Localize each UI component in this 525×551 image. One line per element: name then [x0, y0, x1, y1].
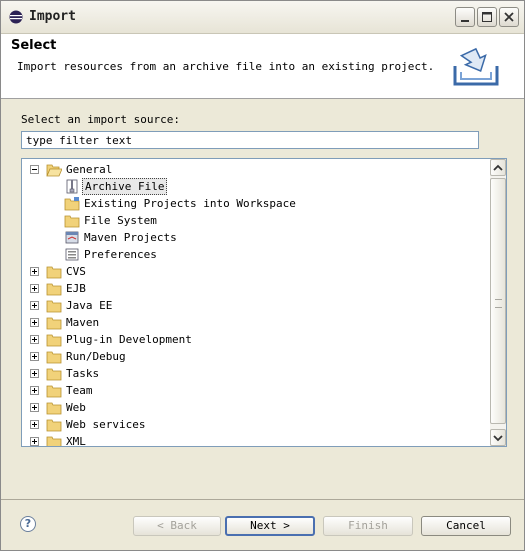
cancel-button[interactable]: Cancel: [421, 516, 511, 536]
close-button[interactable]: [499, 7, 519, 27]
maven-projects-icon: [65, 231, 79, 244]
chevron-down-icon: [493, 435, 503, 442]
vertical-scrollbar[interactable]: [490, 159, 506, 446]
tree-category-row[interactable]: Web: [22, 399, 490, 416]
expand-toggle[interactable]: [30, 301, 39, 310]
filter-input[interactable]: [21, 131, 479, 149]
tree-item-label[interactable]: Maven Projects: [82, 230, 179, 245]
tree-item-label[interactable]: Tasks: [64, 366, 101, 381]
tree-item-label[interactable]: Java EE: [64, 298, 114, 313]
wizard-header: Select Import resources from an archive …: [1, 34, 524, 99]
preferences-icon: [65, 248, 79, 261]
import-source-tree[interactable]: General Archive File Existing Projects int…: [21, 158, 507, 447]
footer-separator: [1, 499, 524, 500]
expand-toggle[interactable]: [30, 352, 39, 361]
tree-item-label[interactable]: Web services: [64, 417, 147, 432]
tree-wizard-row[interactable]: File System: [22, 212, 490, 229]
next-button-label: Next >: [250, 519, 290, 532]
page-description: Import resources from an archive file in…: [17, 60, 435, 73]
tree-category-row[interactable]: Java EE: [22, 297, 490, 314]
archive-file-icon: [66, 179, 78, 194]
tree-wizard-row[interactable]: Existing Projects into Workspace: [22, 195, 490, 212]
expand-toggle[interactable]: [30, 318, 39, 327]
tree-category-row[interactable]: Team: [22, 382, 490, 399]
tree-wizard-row[interactable]: Archive File: [22, 178, 490, 195]
expand-toggle[interactable]: [30, 369, 39, 378]
tree-category-row[interactable]: Run/Debug: [22, 348, 490, 365]
expand-toggle[interactable]: [30, 267, 39, 276]
folder-icon: [46, 436, 62, 446]
tree-item-label[interactable]: Preferences: [82, 247, 159, 262]
minimize-icon: [461, 20, 469, 22]
collapse-toggle[interactable]: [30, 165, 39, 174]
folder-icon: [46, 385, 62, 398]
help-icon: ?: [24, 517, 32, 530]
folder-icon: [46, 317, 62, 330]
tree-item-label[interactable]: Archive File: [82, 178, 168, 195]
expand-toggle[interactable]: [30, 437, 39, 446]
folder-icon: [64, 215, 80, 228]
import-source-label: Select an import source:: [21, 113, 180, 126]
folder-icon: [46, 300, 62, 313]
close-icon: [504, 12, 514, 22]
folder-icon: [46, 283, 62, 296]
finish-button[interactable]: Finish: [323, 516, 413, 536]
tree-item-label[interactable]: CVS: [64, 264, 88, 279]
tree-category-row[interactable]: CVS: [22, 263, 490, 280]
folder-open-icon: [46, 164, 62, 177]
expand-toggle[interactable]: [30, 386, 39, 395]
tree-item-label[interactable]: Run/Debug: [64, 349, 128, 364]
tree-wizard-row[interactable]: Preferences: [22, 246, 490, 263]
folder-icon: [46, 334, 62, 347]
scroll-grip: [495, 299, 502, 308]
tree-category-row[interactable]: General: [22, 161, 490, 178]
expand-toggle[interactable]: [30, 420, 39, 429]
folder-icon: [46, 351, 62, 364]
folder-icon: [46, 368, 62, 381]
tree-category-row[interactable]: Web services: [22, 416, 490, 433]
tree-item-label[interactable]: XML: [64, 434, 88, 446]
finish-button-label: Finish: [348, 519, 388, 532]
tree-item-label[interactable]: Web: [64, 400, 88, 415]
tree-category-row[interactable]: XML: [22, 433, 490, 446]
window-title: Import: [29, 9, 76, 24]
tree-category-row[interactable]: Maven: [22, 314, 490, 331]
tree-wizard-row[interactable]: Maven Projects: [22, 229, 490, 246]
tree-item-label[interactable]: Maven: [64, 315, 101, 330]
folder-icon: [46, 266, 62, 279]
tree-category-row[interactable]: Tasks: [22, 365, 490, 382]
folder-icon: [46, 402, 62, 415]
folder-icon: [46, 419, 62, 432]
tree-item-label[interactable]: Plug-in Development: [64, 332, 194, 347]
existing-projects-icon: [64, 197, 80, 211]
tree-item-label[interactable]: Team: [64, 383, 95, 398]
back-button-label: < Back: [157, 519, 197, 532]
minimize-button[interactable]: [455, 7, 475, 27]
tree-category-row[interactable]: Plug-in Development: [22, 331, 490, 348]
import-banner-icon: [453, 47, 499, 86]
tree-item-label[interactable]: File System: [82, 213, 159, 228]
expand-toggle[interactable]: [30, 284, 39, 293]
page-title: Select: [11, 38, 57, 53]
chevron-up-icon: [493, 164, 503, 171]
tree-item-label[interactable]: Existing Projects into Workspace: [82, 196, 298, 211]
scroll-down-button[interactable]: [490, 429, 506, 446]
scroll-thumb[interactable]: [490, 178, 506, 424]
title-bar[interactable]: Import: [1, 1, 524, 34]
back-button[interactable]: < Back: [133, 516, 221, 536]
tree-viewport: General Archive File Existing Projects int…: [22, 159, 490, 446]
import-dialog: Import Select Import resources from an a…: [0, 0, 525, 551]
expand-toggle[interactable]: [30, 403, 39, 412]
tree-item-label[interactable]: EJB: [64, 281, 88, 296]
scroll-up-button[interactable]: [490, 159, 506, 176]
tree-item-label[interactable]: General: [64, 162, 114, 177]
eclipse-icon: [9, 10, 23, 24]
cancel-button-label: Cancel: [446, 519, 486, 532]
maximize-icon: [482, 12, 492, 22]
maximize-button[interactable]: [477, 7, 497, 27]
expand-toggle[interactable]: [30, 335, 39, 344]
next-button[interactable]: Next >: [225, 516, 315, 536]
help-button[interactable]: ?: [20, 516, 36, 532]
tree-category-row[interactable]: EJB: [22, 280, 490, 297]
